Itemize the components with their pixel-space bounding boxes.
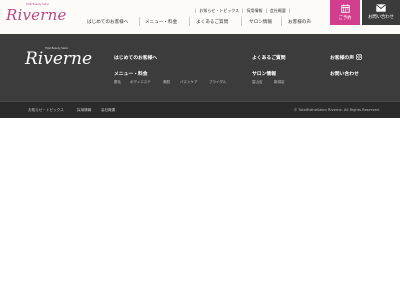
bottom-link-news[interactable]: お知らせ・トピックス (28, 108, 64, 113)
nav-item-menu[interactable]: メニュー・料金 (145, 19, 177, 25)
copyright-text: © TotalEstheSalon Riverne. All Rights Re… (293, 108, 380, 112)
utility-link-company[interactable]: 会社概要 (270, 8, 286, 13)
site-header: Total Beauty Salon Riverne | お知らせ・トピックス | 採… (0, 0, 400, 34)
footer-menu-item[interactable]: 美肌 (163, 80, 170, 85)
nav-item-salon[interactable]: サロン情報 (249, 19, 272, 25)
footer-link-voice[interactable]: お客様の声 (330, 54, 354, 61)
footer-link-salon[interactable]: サロン情報 (252, 70, 276, 77)
nav-divider (241, 17, 242, 26)
footer-link-first-visit[interactable]: はじめてのお客様へ (114, 54, 157, 61)
utility-link-news[interactable]: お知らせ・トピックス (199, 8, 239, 13)
footer-salon-item[interactable]: 新潟店 (274, 80, 285, 85)
footer-menu-item[interactable]: 脱毛 (114, 80, 121, 85)
contact-button-label: お問い合わせ (368, 14, 394, 20)
footer-logo[interactable]: Riverne (25, 49, 92, 69)
mail-icon (376, 4, 386, 12)
footer-menu-item[interactable]: ブライダル (209, 80, 226, 85)
nav-item-faq[interactable]: よくあるご質問 (196, 19, 228, 25)
footer-link-contact[interactable]: お問い合わせ (330, 70, 359, 77)
utility-link-recruit[interactable]: 採用情報 (247, 8, 263, 13)
footer-menu-item[interactable]: ボディエステ (130, 80, 151, 85)
nav-divider (139, 17, 140, 26)
footer-menu-item[interactable]: バストケア (180, 80, 198, 85)
bottom-link-recruit[interactable]: 採用情報 (77, 108, 91, 113)
footer-link-menu[interactable]: メニュー・料金 (114, 70, 148, 77)
contact-button[interactable]: お問い合わせ (362, 0, 400, 25)
bottom-link-company[interactable]: 会社概要 (101, 108, 115, 113)
instagram-icon[interactable] (356, 54, 362, 60)
nav-divider (189, 17, 190, 26)
site-logo[interactable]: Riverne (6, 6, 67, 24)
reserve-button-label: ご予約 (338, 15, 352, 21)
nav-item-first-visit[interactable]: はじめてのお客様へ (87, 19, 128, 25)
footer-bottom-bar: お知らせ・トピックス 採用情報 会社概要 © TotalEstheSalon R… (0, 101, 400, 118)
nav-divider (281, 17, 282, 26)
reserve-button[interactable]: ご予約 (330, 0, 360, 25)
footer-salon-item[interactable]: 富山店 (252, 80, 263, 85)
nav-item-voice[interactable]: お客様の声 (288, 19, 311, 25)
footer-link-faq[interactable]: よくあるご質問 (252, 54, 286, 61)
utility-links: | お知らせ・トピックス | 採用情報 | 会社概要 | (195, 8, 291, 13)
calendar-icon (340, 4, 350, 13)
